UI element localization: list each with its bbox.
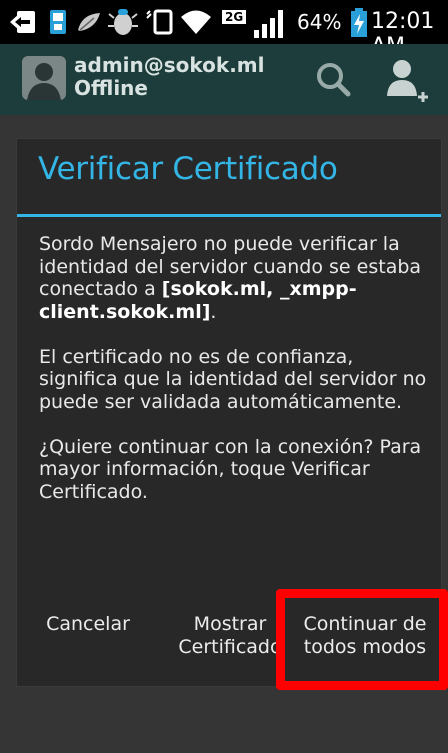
- dialog-title: Verificar Certificado: [38, 151, 338, 187]
- continue-anyway-button-label: Continuar de todos modos: [303, 613, 427, 658]
- message-paragraph-1: Sordo Mensajero no puede verificar la id…: [39, 233, 434, 323]
- message-text-1-end: .: [210, 300, 217, 323]
- message-paragraph-3: ¿Quiere continuar con la conexión? Para …: [39, 435, 422, 503]
- signal-icon: [254, 8, 288, 42]
- continue-anyway-button[interactable]: Continuar de todos modos: [287, 609, 443, 688]
- dialog-message: Sordo Mensajero no puede verificar la id…: [39, 233, 434, 526]
- back-icon: [10, 10, 36, 38]
- certificate-dialog: Verificar Certificado Sordo Mensajero no…: [16, 138, 442, 687]
- cancel-button-label: Cancelar: [46, 613, 130, 635]
- message-paragraph-2: El certificado no es de confianza, signi…: [39, 345, 427, 413]
- usb-icon: [48, 8, 68, 40]
- avatar-icon[interactable]: [22, 56, 66, 100]
- dialog-button-bar: Cancelar Mostrar Certificado Continuar d…: [17, 609, 441, 688]
- show-certificate-button-label: Mostrar Certificado: [178, 613, 282, 658]
- bug-icon: [108, 6, 138, 42]
- account-status[interactable]: Offline: [74, 77, 148, 99]
- show-certificate-button[interactable]: Mostrar Certificado: [159, 609, 301, 688]
- battery-charging-icon: [350, 8, 368, 42]
- status-bar: 2G 64% 12:01 AM: [0, 0, 448, 59]
- add-contact-icon[interactable]: [376, 52, 432, 108]
- screen: 2G 64% 12:01 AM: [0, 0, 448, 753]
- action-bar: admin@sokok.ml Offline: [0, 44, 448, 115]
- wifi-icon: [180, 8, 212, 40]
- dialog-title-divider: [17, 214, 441, 217]
- account-name[interactable]: admin@sokok.ml: [74, 54, 265, 76]
- leaf-icon: [76, 10, 102, 38]
- vibrate-icon: [146, 8, 176, 40]
- battery-percent: 64%: [297, 10, 342, 34]
- network-2g-icon: 2G: [222, 6, 247, 25]
- cancel-button[interactable]: Cancelar: [17, 609, 159, 688]
- search-icon[interactable]: [306, 52, 362, 108]
- network-badge: 2G: [222, 10, 247, 24]
